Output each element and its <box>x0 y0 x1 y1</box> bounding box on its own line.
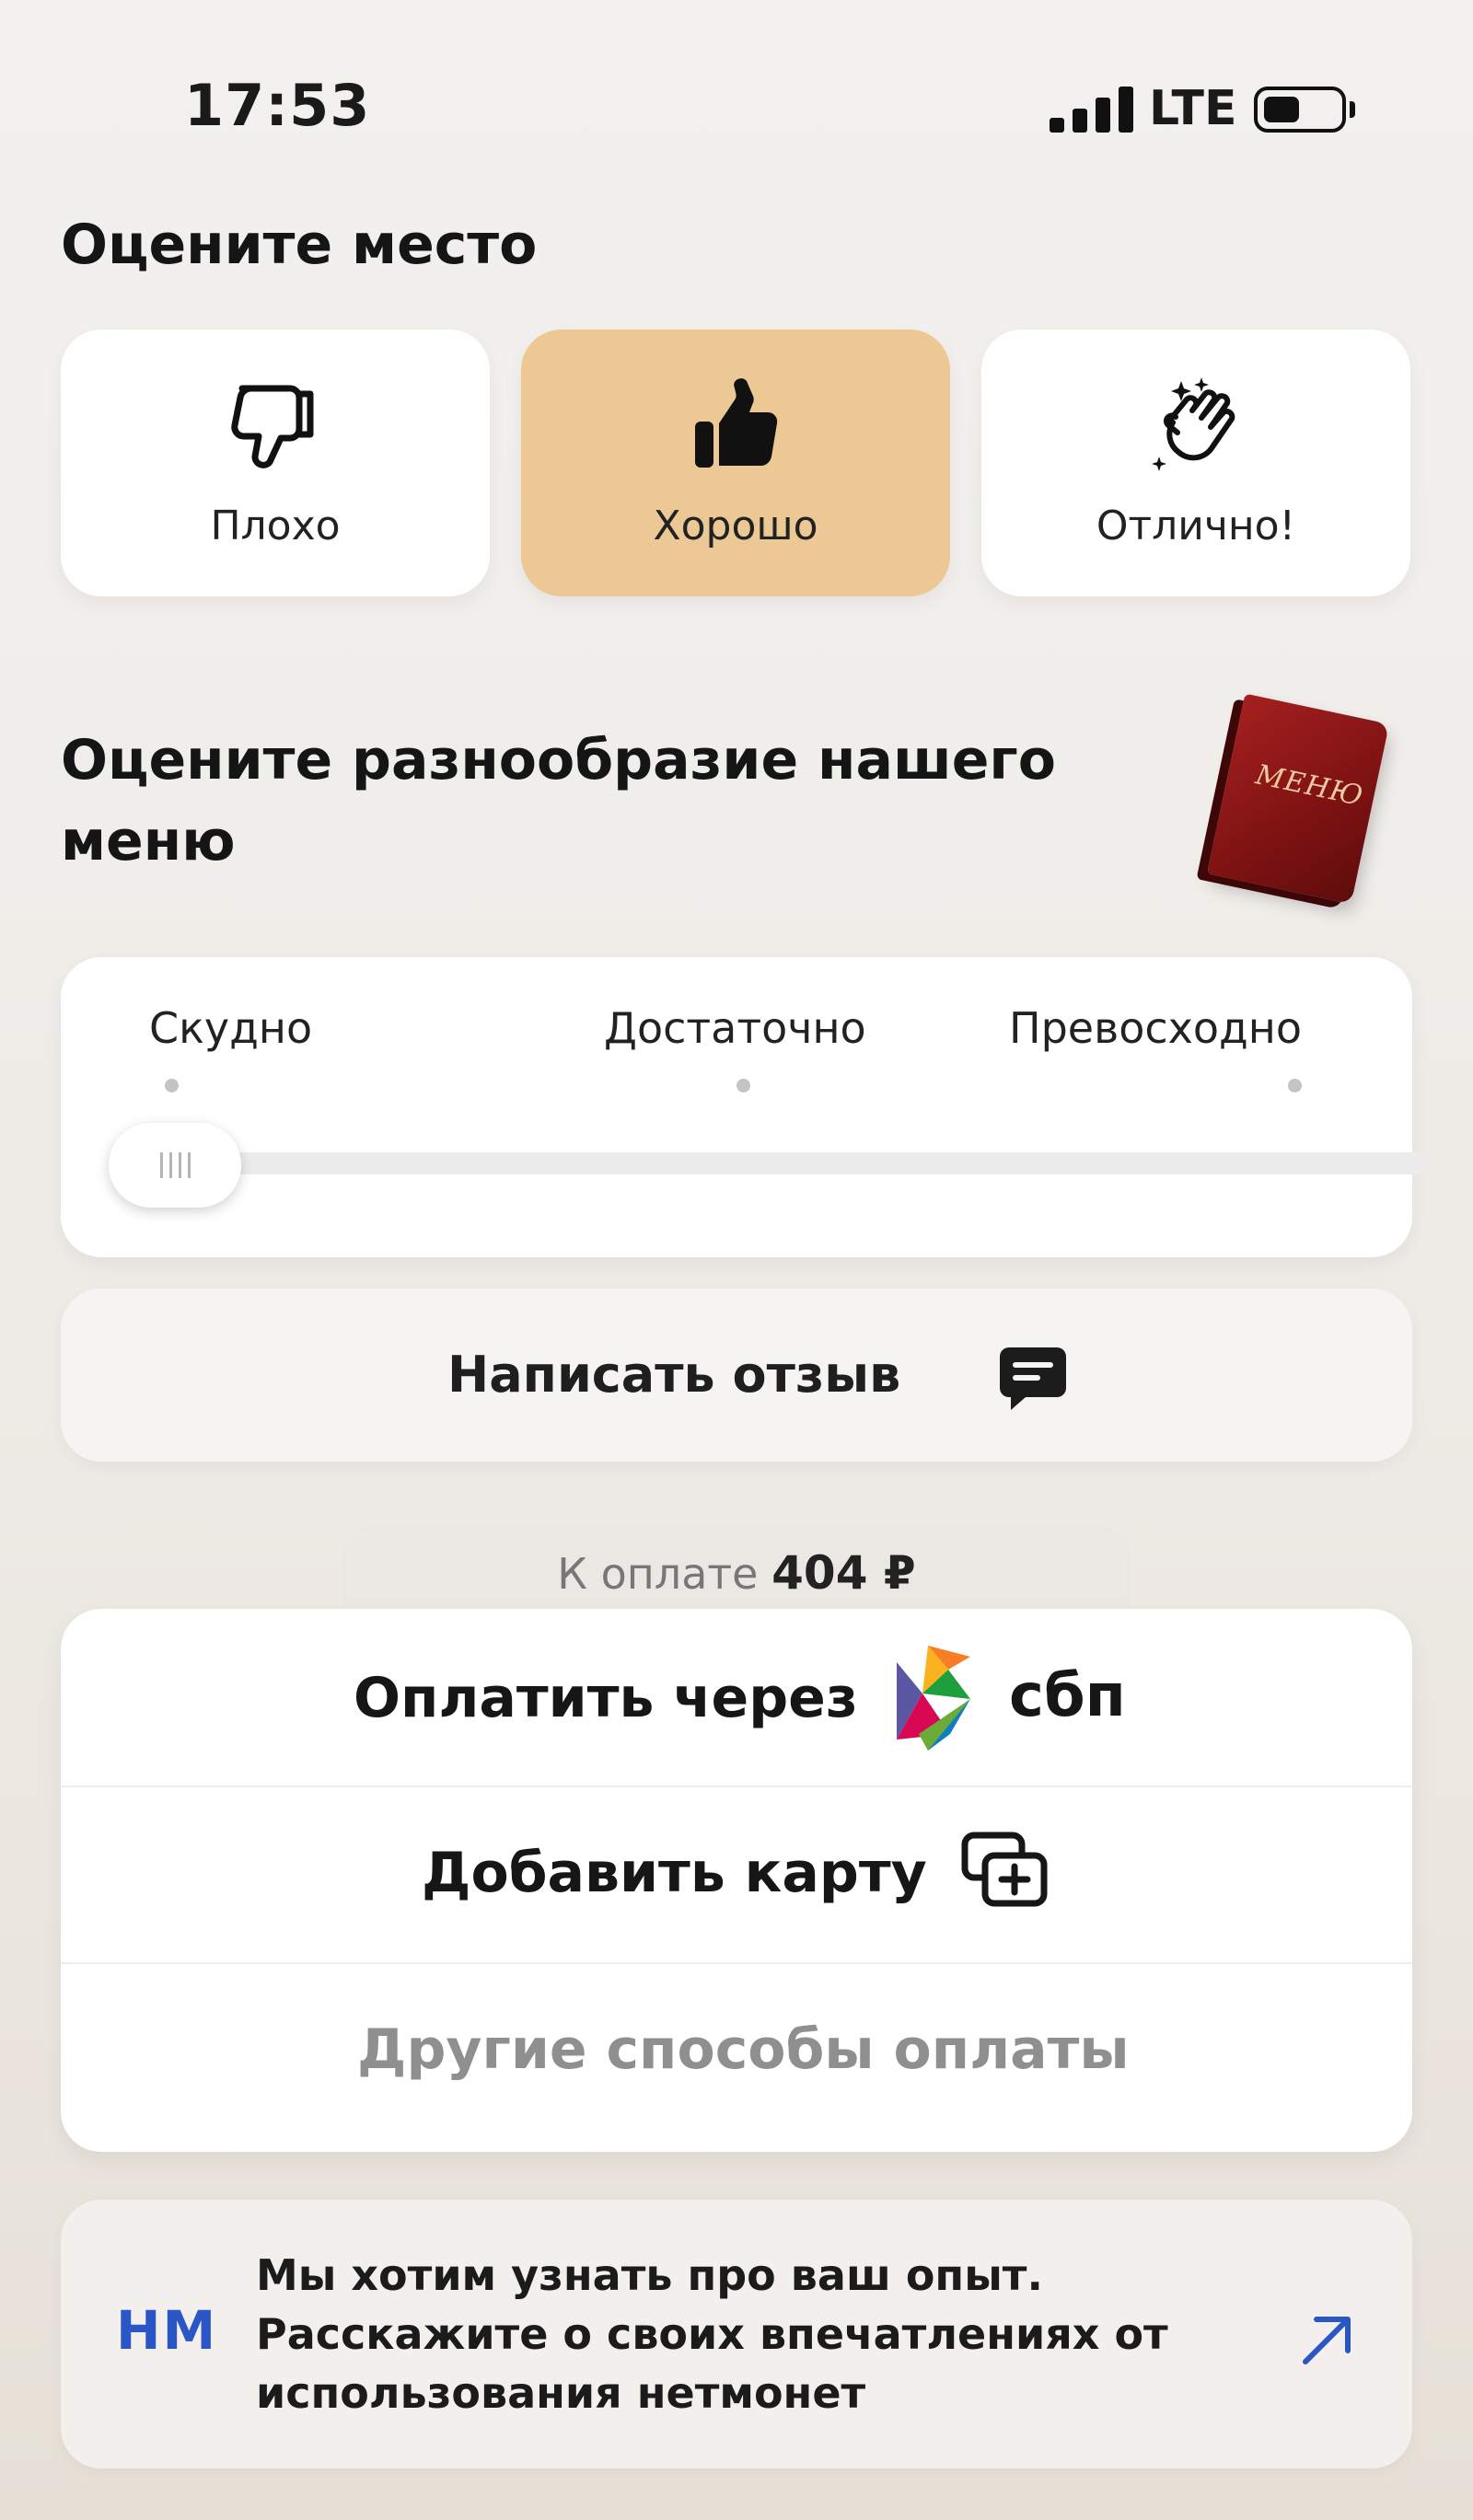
rating-option-label: Хорошо <box>653 503 818 549</box>
slider-thumb[interactable] <box>109 1123 241 1208</box>
add-card-button[interactable]: Добавить карту <box>61 1786 1412 1962</box>
pay-sbp-label: Оплатить через <box>354 1666 858 1730</box>
menu-book-illustration: МЕНЮ <box>1206 693 1390 905</box>
rate-place-title: Оцените место <box>61 213 538 277</box>
write-review-label: Написать отзыв <box>447 1346 901 1404</box>
slider-label-excellent: Превосходно <box>1009 1003 1303 1053</box>
slider-tick <box>1288 1079 1302 1092</box>
slider-label-poor: Скудно <box>149 1003 313 1053</box>
feedback-banner[interactable]: НМ Мы хотим узнать про ваш опыт. Расскаж… <box>61 2200 1412 2468</box>
signal-bars-icon <box>1050 85 1136 133</box>
rate-menu-title: Оцените разнообразие нашего меню <box>61 728 1056 873</box>
sbp-logo-text: сбп <box>1009 1662 1126 1730</box>
clapping-hands-icon <box>1152 377 1235 471</box>
slider-tick <box>165 1079 179 1092</box>
feedback-text: Мы хотим узнать про ваш опыт. Расскажите… <box>256 2250 1168 2418</box>
slider-tick <box>736 1079 750 1092</box>
slider-label-enough: Достаточно <box>604 1003 866 1053</box>
other-payment-methods-button[interactable]: Другие способы оплаты <box>61 1962 1412 2139</box>
add-card-label: Добавить карту <box>422 1841 927 1905</box>
network-type: LTE <box>1149 81 1237 136</box>
menu-variety-slider-card: Скудно Достаточно Превосходно <box>61 957 1427 1257</box>
netmonet-logo: НМ <box>116 2299 218 2362</box>
rating-option-excellent[interactable]: Отлично! <box>981 329 1410 596</box>
slider-track[interactable] <box>133 1152 1427 1174</box>
rating-option-bad[interactable]: Плохо <box>61 329 490 596</box>
arrow-up-right-icon <box>1303 2317 1351 2364</box>
sbp-logo-icon <box>897 1646 970 1751</box>
amount-due-caption: К оплате <box>557 1549 759 1599</box>
battery-tip <box>1350 101 1355 118</box>
battery-icon <box>1254 87 1346 133</box>
status-time: 17:53 <box>184 72 371 139</box>
menu-book-title: МЕНЮ <box>1252 758 1367 814</box>
other-payment-methods-label: Другие способы оплаты <box>357 2017 1130 2082</box>
payment-options-card: Оплатить через сбп Добавить карту Другие… <box>61 1609 1412 2152</box>
amount-due-value: 404 ₽ <box>771 1546 916 1600</box>
chat-bubble-icon <box>1000 1347 1066 1410</box>
thumbs-up-icon <box>695 378 778 468</box>
rating-option-label: Отлично! <box>1096 503 1296 549</box>
rating-option-good[interactable]: Хорошо <box>521 329 950 596</box>
add-card-icon <box>961 1832 1048 1907</box>
pay-sbp-button[interactable]: Оплатить через сбп <box>61 1609 1412 1786</box>
write-review-button[interactable]: Написать отзыв <box>61 1289 1412 1462</box>
thumbs-down-icon <box>231 385 314 468</box>
rating-option-label: Плохо <box>210 503 341 549</box>
